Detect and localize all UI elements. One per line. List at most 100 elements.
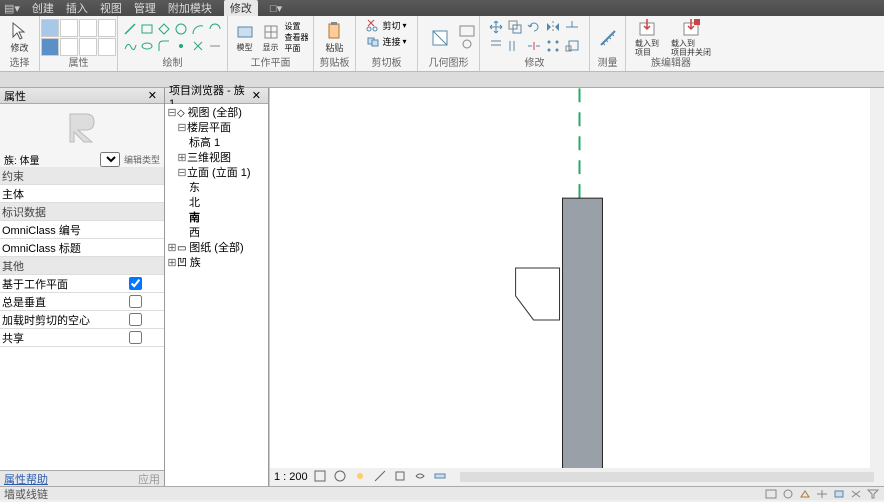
node-ref[interactable]: 标高 1	[189, 137, 220, 149]
node-sheets[interactable]: 图纸 (全部)	[189, 242, 243, 254]
wp-plane[interactable]: 平面	[285, 43, 309, 54]
tab-create[interactable]: 创建	[32, 0, 54, 16]
prop-btn-8[interactable]	[98, 38, 116, 56]
horizontal-scrollbar[interactable]	[460, 472, 874, 482]
node-east[interactable]: 东	[189, 182, 200, 194]
draw-more[interactable]	[207, 38, 223, 54]
wp-settings[interactable]: 设置	[285, 21, 309, 32]
load-into-project-button[interactable]: 载入到 项目	[628, 19, 666, 57]
tab-insert[interactable]: 插入	[66, 0, 88, 16]
prop-btn-7[interactable]	[79, 38, 97, 56]
paste-button[interactable]: 粘贴	[318, 19, 352, 57]
app-menu-icon[interactable]: ▤▾	[4, 2, 20, 15]
shared-check[interactable]	[129, 331, 142, 344]
draw-fillet[interactable]	[156, 38, 172, 54]
prop-btn-4[interactable]	[98, 19, 116, 37]
tab-modify[interactable]: 修改	[224, 0, 258, 16]
node-fams[interactable]: 族	[190, 257, 201, 269]
node-3d[interactable]: 三维视图	[187, 152, 231, 164]
edit-type-button[interactable]: 编辑类型	[124, 153, 160, 166]
apply-button[interactable]: 应用	[138, 471, 160, 487]
tab-addins[interactable]: 附加模块	[168, 0, 212, 16]
vert-check[interactable]	[129, 295, 142, 308]
status-icon-1[interactable]	[764, 488, 778, 500]
cut-button[interactable]: 剪切▾	[366, 18, 406, 32]
status-icon-3[interactable]	[798, 488, 812, 500]
draw-circle[interactable]	[173, 21, 189, 37]
prop-btn-3[interactable]	[79, 19, 97, 37]
mod-split[interactable]	[526, 38, 544, 56]
draw-arc[interactable]	[190, 21, 206, 37]
wp-viewer[interactable]: 查看器	[285, 32, 309, 43]
node-west[interactable]: 西	[189, 227, 200, 239]
detail-level-icon[interactable]	[314, 470, 328, 484]
status-icon-2[interactable]	[781, 488, 795, 500]
mod-trim[interactable]	[564, 19, 582, 37]
tab-manage[interactable]: 管理	[134, 0, 156, 16]
node-floor[interactable]: 楼层平面	[187, 122, 231, 134]
sun-path-icon[interactable]	[354, 470, 368, 484]
tab-extra[interactable]: □▾	[270, 2, 282, 15]
crop-icon[interactable]	[394, 470, 408, 484]
prop-btn-6[interactable]	[60, 38, 78, 56]
mod-copy[interactable]	[507, 19, 525, 37]
drawing-canvas[interactable]: 1 : 200	[269, 88, 884, 486]
tab-view[interactable]: 视图	[100, 0, 122, 16]
properties-close-icon[interactable]: ✕	[145, 89, 160, 102]
omnititle-field[interactable]	[82, 242, 162, 253]
geom-btn-3[interactable]	[459, 38, 475, 50]
reveal-icon[interactable]	[434, 470, 448, 484]
view-scale[interactable]: 1 : 200	[274, 471, 308, 483]
tree-toggle[interactable]: ⊞	[177, 151, 187, 165]
draw-arc2[interactable]	[207, 21, 223, 37]
draw-ellipse[interactable]	[139, 38, 155, 54]
load-close-button[interactable]: 载入到 项目并关闭	[668, 19, 714, 57]
status-icon-5[interactable]	[832, 488, 846, 500]
mod-offset[interactable]	[488, 38, 506, 56]
tree-toggle[interactable]: ⊞	[167, 256, 177, 270]
geom-btn-2[interactable]	[459, 25, 475, 37]
draw-spline[interactable]	[122, 38, 138, 54]
tree-toggle[interactable]: ⊞	[167, 241, 177, 255]
vertical-scrollbar[interactable]	[870, 88, 884, 468]
wp-model[interactable]: 模型	[233, 20, 257, 56]
mod-scale[interactable]	[564, 38, 582, 56]
prop-btn-2[interactable]	[60, 19, 78, 37]
status-icon-4[interactable]	[815, 488, 829, 500]
prop-pane-button[interactable]	[41, 19, 59, 37]
shadows-icon[interactable]	[374, 470, 388, 484]
geom-btn-1[interactable]	[423, 19, 457, 57]
draw-line[interactable]	[122, 21, 138, 37]
mod-array[interactable]	[545, 38, 563, 56]
mod-rotate[interactable]	[526, 19, 544, 37]
draw-rect[interactable]	[139, 21, 155, 37]
measure-button[interactable]	[591, 19, 625, 57]
host-field[interactable]	[82, 188, 162, 199]
hide-isolate-icon[interactable]	[414, 470, 428, 484]
project-tree[interactable]: ⊟◇ 视图 (全部) ⊟楼层平面 标高 1 ⊞三维视图 ⊟立面 (立面 1) 东…	[165, 104, 268, 486]
node-north[interactable]: 北	[189, 197, 200, 209]
modify-tool-button[interactable]: 修改	[3, 19, 37, 57]
mod-move[interactable]	[488, 19, 506, 37]
draw-poly[interactable]	[156, 21, 172, 37]
tree-toggle[interactable]: ⊟	[177, 121, 187, 135]
cutvoid-check[interactable]	[129, 313, 142, 326]
omninum-field[interactable]	[82, 224, 162, 235]
node-south[interactable]: 南	[189, 212, 200, 224]
visual-style-icon[interactable]	[334, 470, 348, 484]
node-views[interactable]: 视图 (全部)	[187, 107, 241, 119]
draw-point[interactable]	[173, 38, 189, 54]
tree-toggle[interactable]: ⊟	[177, 166, 187, 180]
type-selector[interactable]	[100, 152, 120, 167]
wp-show[interactable]: 显示	[259, 20, 283, 56]
properties-help-link[interactable]: 属性帮助	[4, 471, 48, 487]
status-filter-icon[interactable]	[866, 488, 880, 500]
mod-align[interactable]	[507, 38, 525, 56]
tree-toggle[interactable]: ⊟	[167, 106, 177, 120]
mod-mirror[interactable]	[545, 19, 563, 37]
wpbased-check[interactable]	[129, 277, 142, 290]
join-button[interactable]: 连接▾	[366, 34, 406, 48]
status-icon-6[interactable]	[849, 488, 863, 500]
node-elev[interactable]: 立面 (立面 1)	[187, 167, 251, 179]
draw-pick[interactable]	[190, 38, 206, 54]
